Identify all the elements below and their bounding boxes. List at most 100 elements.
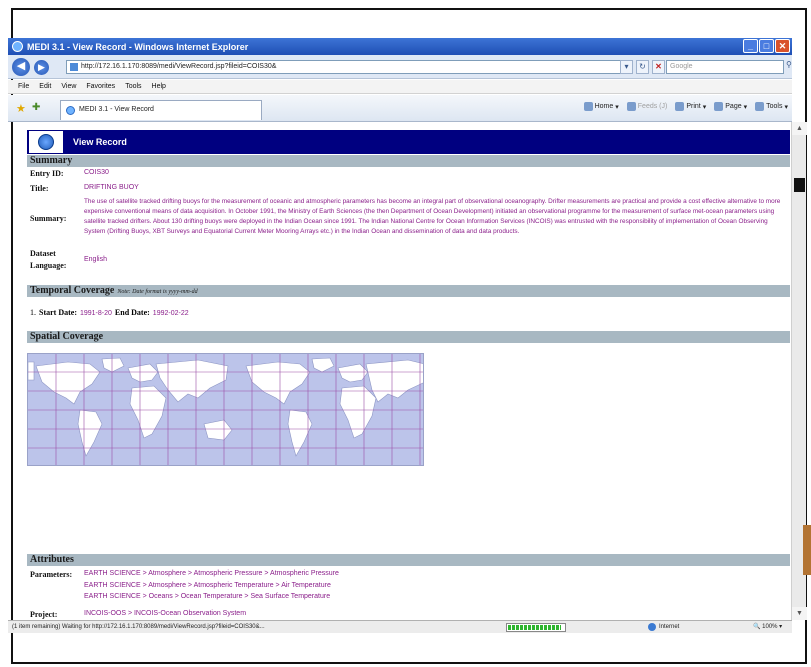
continent-greenland-repeat bbox=[311, 357, 335, 373]
page-content: View Record Summary Entry ID: COIS30 Tit… bbox=[18, 122, 791, 620]
parameters-label: Parameters: bbox=[30, 570, 73, 579]
temporal-section-title: Temporal Coverage bbox=[30, 285, 115, 296]
zoom-level[interactable]: 🔍 100% ▾ bbox=[753, 621, 782, 633]
url-text: http://172.16.1.170:8089/medi/ViewRecord… bbox=[81, 63, 277, 70]
temporal-index: 1. bbox=[30, 308, 36, 317]
continent-asia-wrap bbox=[28, 361, 35, 381]
progress-fill bbox=[508, 625, 562, 630]
tab-view-record[interactable]: MEDI 3.1 - View Record bbox=[60, 100, 262, 120]
zone-label: Internet bbox=[659, 624, 680, 630]
menu-tools[interactable]: Tools bbox=[125, 83, 141, 90]
side-decoration bbox=[803, 525, 811, 575]
menu-view[interactable]: View bbox=[61, 83, 76, 90]
world-map bbox=[28, 354, 423, 465]
parameter-item[interactable]: EARTH SCIENCE > Oceans > Ocean Temperatu… bbox=[84, 592, 330, 602]
parameter-item[interactable]: EARTH SCIENCE > Atmosphere > Atmospheric… bbox=[84, 569, 339, 579]
refresh-button[interactable]: ↻ bbox=[636, 60, 649, 74]
add-favorite-icon[interactable]: ✚ bbox=[32, 102, 40, 113]
window-titlebar: MEDI 3.1 - View Record - Windows Interne… bbox=[8, 38, 792, 55]
project-label: Project: bbox=[30, 610, 58, 619]
start-date-label: Start Date: bbox=[39, 308, 77, 317]
end-date-value: 1992-02-22 bbox=[152, 310, 189, 317]
continent-south-america bbox=[77, 409, 103, 457]
summary-label: Summary: bbox=[30, 214, 67, 223]
command-bar: Home ▾ Feeds (J) Print ▾ Page ▾ Tools ▾ bbox=[583, 102, 788, 111]
page-title: View Record bbox=[73, 137, 127, 147]
menu-favorites[interactable]: Favorites bbox=[86, 83, 115, 90]
menu-file[interactable]: File bbox=[18, 83, 29, 90]
spatial-section-header: Spatial Coverage bbox=[27, 331, 790, 343]
address-dropdown-button[interactable]: ▾ bbox=[620, 60, 633, 74]
stop-button[interactable]: ✕ bbox=[652, 60, 665, 74]
entry-id-label: Entry ID: bbox=[30, 169, 64, 178]
scroll-thumb[interactable] bbox=[794, 178, 805, 192]
continent-europe bbox=[127, 363, 159, 383]
title-value: DRIFTING BUOY bbox=[84, 184, 139, 191]
page-icon bbox=[70, 63, 78, 71]
forward-button[interactable]: ▶ bbox=[34, 60, 49, 75]
end-date-label: End Date: bbox=[114, 308, 150, 317]
medi-logo bbox=[29, 131, 63, 153]
scroll-up-button[interactable]: ▲ bbox=[792, 122, 807, 135]
url-input[interactable]: http://172.16.1.170:8089/medi/ViewRecord… bbox=[66, 60, 626, 74]
search-icon[interactable]: ⚲ bbox=[786, 60, 796, 74]
home-label: Home bbox=[594, 103, 614, 110]
ie-icon bbox=[12, 41, 23, 52]
loading-progress bbox=[506, 623, 566, 632]
continent-north-america bbox=[35, 361, 101, 405]
page-menu-icon bbox=[714, 102, 724, 111]
feeds-button[interactable]: Feeds (J) bbox=[626, 102, 668, 111]
print-button[interactable]: Print ▾ bbox=[675, 102, 706, 111]
maximize-button[interactable]: □ bbox=[759, 39, 774, 53]
attributes-section-header: Attributes bbox=[27, 554, 790, 566]
page-menu-button[interactable]: Page ▾ bbox=[714, 102, 747, 111]
continent-south-america-repeat bbox=[287, 409, 313, 457]
project-value[interactable]: INCOIS-OOS > INCOIS-Ocean Observation Sy… bbox=[84, 609, 246, 619]
temporal-section-header: Temporal Coverage Note: Date format is yy… bbox=[27, 285, 790, 297]
feeds-icon bbox=[626, 102, 636, 111]
home-button[interactable]: Home ▾ bbox=[583, 102, 619, 111]
continent-africa bbox=[129, 385, 167, 439]
continent-asia bbox=[155, 359, 229, 403]
menu-edit[interactable]: Edit bbox=[39, 83, 51, 90]
continent-australia bbox=[203, 419, 233, 441]
status-text: (1 item remaining) Waiting for http://17… bbox=[12, 624, 265, 630]
parameter-item[interactable]: EARTH SCIENCE > Atmosphere > Atmospheric… bbox=[84, 581, 331, 591]
tab-page-icon bbox=[66, 106, 75, 115]
back-button[interactable]: ◀ bbox=[12, 58, 30, 76]
tools-menu-label: Tools bbox=[766, 103, 783, 110]
tools-menu-button[interactable]: Tools ▾ bbox=[755, 102, 788, 111]
summary-section-header: Summary bbox=[27, 155, 790, 167]
search-input[interactable]: Google bbox=[666, 60, 784, 74]
start-date-value: 1991-8-20 bbox=[79, 310, 112, 317]
title-label: Title: bbox=[30, 184, 49, 193]
feeds-label: Feeds (J) bbox=[637, 103, 668, 110]
summary-text: The use of satellite tracked drifting bu… bbox=[84, 198, 781, 235]
continent-north-america-repeat bbox=[245, 361, 311, 405]
continent-asia-repeat bbox=[365, 359, 423, 403]
dataset-label-line2: Language: bbox=[30, 261, 67, 270]
favorites-bar: ★ ✚ MEDI 3.1 - View Record Home ▾ Feeds … bbox=[8, 95, 792, 122]
gear-icon bbox=[755, 102, 765, 111]
page-header: View Record bbox=[27, 130, 790, 154]
date-format-note: Note: Date format is yyyy-mm-dd bbox=[117, 289, 198, 295]
spatial-coverage-map bbox=[27, 353, 424, 466]
temporal-row: 1. Start Date: 1991-8-20 End Date: 1992-… bbox=[30, 308, 189, 317]
dataset-label-line1: Dataset bbox=[30, 249, 56, 258]
dataset-language-value: English bbox=[84, 256, 107, 263]
security-zone[interactable]: Internet bbox=[648, 621, 679, 633]
print-label: Print bbox=[686, 103, 701, 110]
continent-greenland bbox=[101, 357, 125, 373]
zoom-value: 100% bbox=[762, 624, 778, 630]
window-title: MEDI 3.1 - View Record - Windows Interne… bbox=[27, 41, 249, 52]
minimize-button[interactable]: _ bbox=[743, 39, 758, 53]
favorites-star-icon[interactable]: ★ bbox=[16, 102, 26, 115]
scroll-down-button[interactable]: ▼ bbox=[792, 607, 807, 620]
continent-europe-repeat bbox=[337, 363, 369, 383]
menu-help[interactable]: Help bbox=[152, 83, 166, 90]
continent-africa-repeat bbox=[339, 385, 377, 439]
status-bar: (1 item remaining) Waiting for http://17… bbox=[8, 620, 792, 633]
close-button[interactable]: ✕ bbox=[775, 39, 790, 53]
home-icon bbox=[583, 102, 593, 111]
print-icon bbox=[675, 102, 685, 111]
